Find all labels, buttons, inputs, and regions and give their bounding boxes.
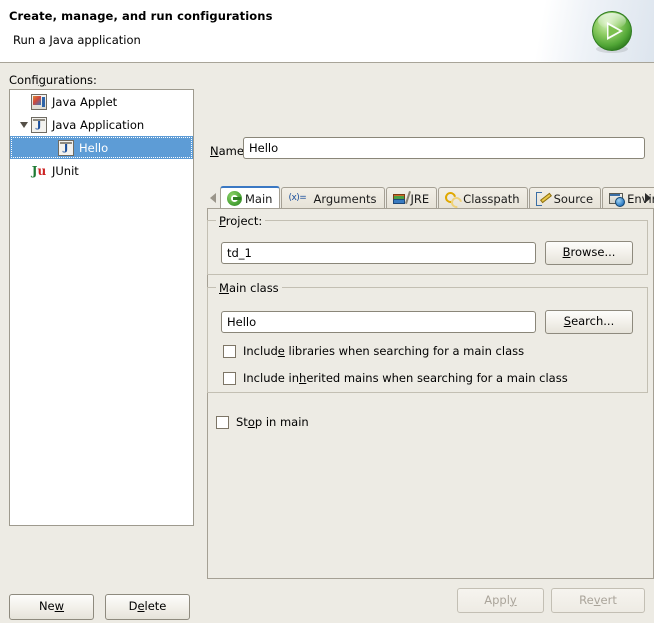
page-subtitle: Run a Java application xyxy=(13,33,141,47)
tab-classpath[interactable]: Classpath xyxy=(438,187,528,209)
main-class-group-title: Main class xyxy=(216,281,282,295)
checkbox-box[interactable] xyxy=(223,371,236,385)
search-button[interactable]: Search... xyxy=(545,310,633,334)
tab-strip: Main (x)= Arguments JRE Classpath Source… xyxy=(207,186,654,209)
jre-tab-icon xyxy=(392,191,411,206)
browse-button[interactable]: Browse... xyxy=(545,241,633,265)
tab-label: JRE xyxy=(410,191,430,206)
java-application-icon xyxy=(58,139,74,156)
source-tab-icon xyxy=(535,191,551,206)
scroll-right-icon[interactable] xyxy=(642,190,654,206)
configurations-label-text: Configurations: xyxy=(9,73,97,87)
delete-button-label: Delete xyxy=(128,599,167,614)
tree-item-junit[interactable]: Ju JUnit xyxy=(10,159,193,182)
include-inherited-mains-label: Include inherited mains when searching f… xyxy=(243,371,568,385)
apply-button[interactable]: Apply xyxy=(457,588,544,613)
arguments-tab-icon: (x)= xyxy=(288,193,307,203)
tab-label: Main xyxy=(245,191,273,206)
main-tab-icon xyxy=(227,191,242,206)
tree-item-label: Java Applet xyxy=(52,94,118,109)
apply-button-label: Apply xyxy=(484,592,517,607)
tab-label: Classpath xyxy=(463,191,520,206)
junit-icon: Ju xyxy=(31,163,47,178)
stop-in-main-checkbox[interactable]: Stop in main xyxy=(216,415,309,429)
tree-item-java-applet[interactable]: Java Applet xyxy=(10,90,193,113)
run-play-icon xyxy=(589,9,635,55)
delete-button[interactable]: Delete xyxy=(105,594,190,620)
main-class-input[interactable]: Hello xyxy=(221,311,536,333)
new-button[interactable]: New xyxy=(9,594,94,620)
checkbox-box[interactable] xyxy=(223,344,236,358)
checkbox-box[interactable] xyxy=(216,415,229,429)
java-applet-icon xyxy=(31,93,47,110)
tab-label: Arguments xyxy=(313,191,377,206)
include-libraries-label: Include libraries when searching for a m… xyxy=(243,344,525,358)
tree-item-label: Java Application xyxy=(52,117,145,132)
tab-jre[interactable]: JRE xyxy=(385,187,438,209)
scroll-left-icon[interactable] xyxy=(207,190,219,206)
java-application-icon xyxy=(31,116,47,133)
revert-button[interactable]: Revert xyxy=(551,588,645,613)
tab-arguments[interactable]: (x)= Arguments xyxy=(281,187,385,209)
project-input[interactable]: td_1 xyxy=(221,242,536,264)
name-input[interactable]: Hello xyxy=(243,137,645,159)
browse-button-label: Browse... xyxy=(562,245,616,260)
tab-main[interactable]: Main xyxy=(220,186,281,209)
page-title: Create, manage, and run configurations xyxy=(9,9,273,23)
tab-source[interactable]: Source xyxy=(528,187,602,209)
tab-list: Main (x)= Arguments JRE Classpath Source… xyxy=(220,186,654,209)
classpath-tab-icon xyxy=(445,191,460,206)
stop-in-main-label: Stop in main xyxy=(236,415,309,429)
project-group-title: Project: xyxy=(216,214,266,228)
new-button-label: New xyxy=(38,599,65,614)
tree-item-hello[interactable]: Hello xyxy=(10,136,193,159)
dialog-header: Create, manage, and run configurations R… xyxy=(0,0,654,63)
configurations-tree[interactable]: Java Applet Java Application Hello Ju JU… xyxy=(9,89,194,526)
tree-item-label: Hello xyxy=(79,140,109,155)
include-inherited-mains-checkbox[interactable]: Include inherited mains when searching f… xyxy=(223,371,568,385)
tree-item-label: JUnit xyxy=(52,163,79,178)
configurations-label: Configurations: xyxy=(9,73,97,87)
dialog-body: Configurations: Java Applet Java Applica… xyxy=(0,63,654,623)
search-button-label: Search... xyxy=(563,314,615,329)
tab-label: Source xyxy=(553,191,594,206)
include-libraries-checkbox[interactable]: Include libraries when searching for a m… xyxy=(223,344,524,358)
revert-button-label: Revert xyxy=(579,592,617,607)
chevron-down-icon[interactable] xyxy=(16,121,31,128)
environment-tab-icon xyxy=(609,191,626,207)
tree-item-java-application[interactable]: Java Application xyxy=(10,113,193,136)
